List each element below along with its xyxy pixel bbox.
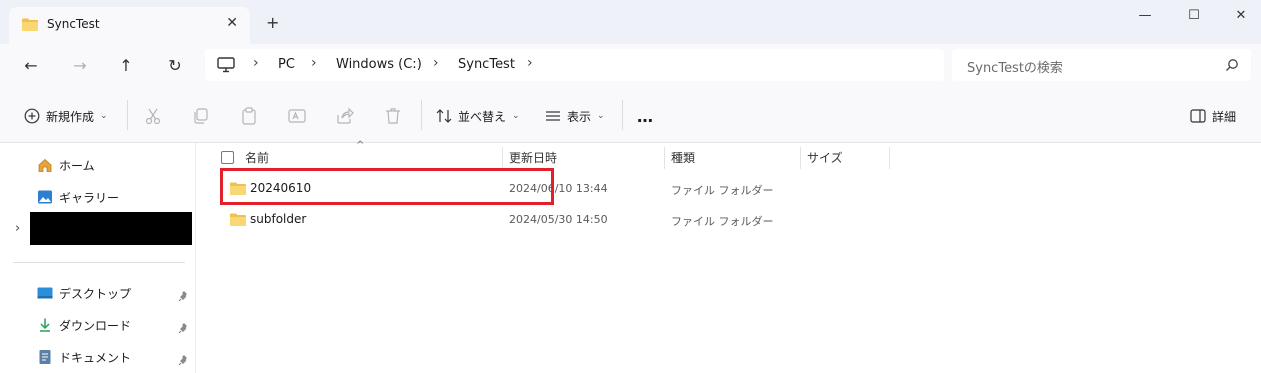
tab-synctest[interactable]: SyncTest ✕ (9, 7, 250, 44)
rename-icon[interactable] (287, 106, 307, 126)
column-header-name[interactable]: 名前 (245, 149, 269, 166)
breadcrumb-separator: › (433, 55, 439, 71)
sidebar-item-desktop[interactable]: デスクトップ (37, 283, 131, 303)
search-box[interactable]: SyncTestの検索 (952, 49, 1251, 81)
breadcrumb-separator: › (527, 55, 533, 71)
navigation-bar: ← → ↑ ↻ › PC › Windows (C:) › SyncTest ›… (0, 44, 1261, 88)
maximize-button[interactable]: ☐ (1184, 6, 1204, 26)
more-options-icon: … (637, 106, 653, 126)
sort-icon (436, 109, 452, 123)
tab-close-icon[interactable]: ✕ (226, 15, 238, 31)
chevron-down-icon: ⌄ (512, 111, 520, 121)
document-icon (39, 350, 51, 364)
add-circle-icon (24, 108, 40, 124)
file-type: ファイル フォルダー (671, 184, 774, 197)
details-label: 詳細 (1212, 109, 1237, 124)
sidebar-item-label: ホーム (59, 158, 95, 173)
sort-indicator-icon: ^ (356, 140, 365, 151)
delete-icon[interactable] (383, 106, 403, 126)
sidebar-item-label: ギャラリー (59, 190, 120, 205)
breadcrumb-pc[interactable]: PC (278, 57, 295, 72)
details-pane-icon (1190, 109, 1206, 123)
breadcrumb-windows-c[interactable]: Windows (C:) (336, 57, 422, 72)
divider (127, 100, 128, 130)
search-icon (1226, 59, 1238, 71)
column-header-size[interactable]: サイズ (807, 149, 843, 166)
sidebar-item-downloads[interactable]: ダウンロード (37, 315, 131, 335)
forward-button[interactable]: → (68, 54, 92, 78)
sort-label: 並べ替え (458, 109, 507, 124)
folder-icon (230, 213, 246, 226)
home-icon (38, 158, 52, 172)
pin-icon[interactable] (178, 322, 190, 334)
up-button[interactable]: ↑ (114, 54, 138, 78)
navigation-pane: ホーム ギャラリー › デスクトップ ダウンロード ドキュメント (0, 143, 196, 373)
folder-icon (22, 18, 38, 31)
column-divider[interactable] (502, 147, 503, 169)
gallery-icon (38, 190, 52, 204)
column-header-modified[interactable]: 更新日時 (509, 149, 557, 166)
search-input[interactable]: SyncTestの検索 (967, 57, 1063, 76)
copy-icon[interactable] (191, 106, 211, 126)
breadcrumb-separator: › (253, 55, 259, 71)
minimize-button[interactable]: — (1135, 6, 1155, 26)
breadcrumb-separator: › (311, 55, 317, 71)
command-bar: 新規作成 ⌄ 並べ替え ⌄ 表示 ⌄ … 詳細 (0, 88, 1261, 143)
table-row[interactable]: subfolder 2024/05/30 14:50 ファイル フォルダー (221, 204, 1251, 234)
column-divider[interactable] (889, 147, 890, 169)
share-icon[interactable] (335, 106, 355, 126)
paste-icon[interactable] (239, 106, 259, 126)
address-bar[interactable]: › PC › Windows (C:) › SyncTest › (205, 49, 944, 81)
file-modified: 2024/05/30 14:50 (509, 213, 608, 226)
desktop-icon (37, 287, 53, 299)
column-divider[interactable] (664, 147, 665, 169)
divider (13, 262, 185, 263)
breadcrumb-synctest[interactable]: SyncTest (458, 57, 515, 72)
new-label: 新規作成 (46, 109, 95, 124)
chevron-down-icon: ⌄ (100, 111, 108, 121)
sidebar-item-gallery[interactable]: ギャラリー (37, 187, 119, 207)
view-button[interactable]: 表示 ⌄ (545, 106, 605, 126)
tab-title: SyncTest (47, 17, 100, 31)
new-tab-button[interactable]: + (266, 14, 279, 32)
sidebar-item-label: ドキュメント (59, 350, 132, 365)
sidebar-item-label: デスクトップ (59, 286, 132, 301)
file-name: subfolder (250, 212, 307, 226)
refresh-button[interactable]: ↻ (163, 54, 187, 78)
column-divider[interactable] (800, 147, 801, 169)
new-button[interactable]: 新規作成 ⌄ (24, 106, 108, 126)
more-options-button[interactable]: … (637, 106, 653, 126)
sidebar-item-documents[interactable]: ドキュメント (37, 347, 131, 367)
select-all-checkbox[interactable] (221, 151, 234, 164)
chevron-down-icon: ⌄ (597, 111, 605, 121)
file-type: ファイル フォルダー (671, 215, 774, 228)
redacted-item (30, 212, 192, 245)
sidebar-item-label: ダウンロード (59, 318, 132, 333)
sort-button[interactable]: 並べ替え ⌄ (436, 106, 520, 126)
details-pane-button[interactable]: 詳細 (1190, 106, 1236, 126)
close-window-button[interactable]: ✕ (1231, 6, 1251, 26)
highlight-box (220, 168, 554, 205)
pin-icon[interactable] (178, 354, 190, 366)
divider (421, 100, 422, 130)
sidebar-item-home[interactable]: ホーム (37, 155, 95, 175)
download-icon (40, 318, 50, 332)
pin-icon[interactable] (178, 290, 190, 302)
view-label: 表示 (567, 109, 592, 124)
column-header-type[interactable]: 種類 (671, 149, 695, 166)
divider (622, 100, 623, 130)
view-list-icon (546, 111, 560, 121)
cut-icon[interactable] (143, 106, 163, 126)
title-bar: SyncTest ✕ + — ☐ ✕ (0, 0, 1261, 44)
pc-icon (217, 57, 235, 73)
back-button[interactable]: ← (19, 54, 43, 78)
chevron-right-icon[interactable]: › (15, 221, 20, 236)
